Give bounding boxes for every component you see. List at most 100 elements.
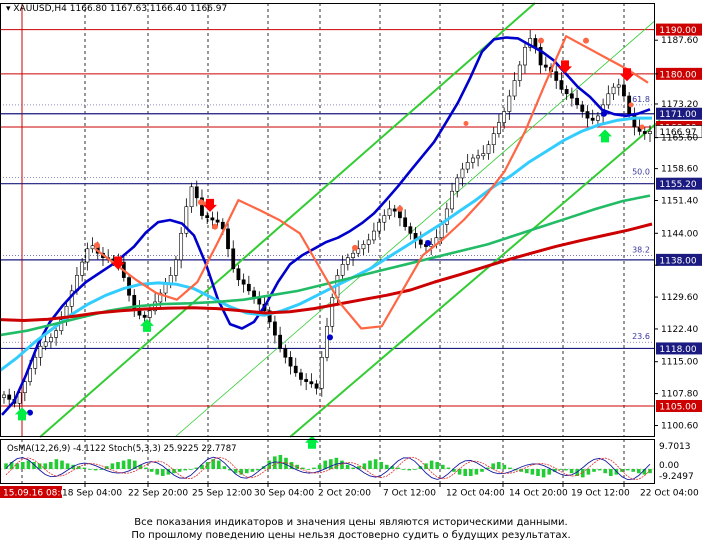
level-price-text: 1180.00 xyxy=(659,70,696,80)
osma-bar xyxy=(592,469,596,472)
osma-bar xyxy=(189,469,193,470)
price-chart[interactable]: 61.850.038.223.6 1190.001180.001171.0011… xyxy=(0,0,702,552)
osma-bar xyxy=(317,464,322,469)
disclaimer-line-1: Все показания индикаторов и значения цен… xyxy=(134,517,568,528)
signal-dot xyxy=(639,124,645,130)
candle-body xyxy=(345,257,350,265)
candle-body xyxy=(231,248,236,270)
candle-body xyxy=(460,168,465,179)
candle-body xyxy=(392,208,397,212)
osma-bar xyxy=(435,462,439,469)
candle-body xyxy=(163,283,168,294)
candle-body xyxy=(236,268,241,281)
candle-body xyxy=(517,64,522,81)
candle-body xyxy=(147,310,152,318)
osma-bar xyxy=(508,467,512,469)
fibo-label: 23.6 xyxy=(632,332,650,341)
candle-body xyxy=(366,239,371,245)
candle-body xyxy=(2,394,6,398)
y-tick-label: 1158.60 xyxy=(661,165,698,175)
osc-tick-label: -9.2497 xyxy=(659,472,694,482)
candle-body xyxy=(533,38,538,48)
signal-dot xyxy=(94,242,100,249)
candle-body xyxy=(85,248,90,263)
candle-body xyxy=(455,177,460,192)
x-tick-label: 2 Oct 20:00 xyxy=(318,489,371,499)
candle-body xyxy=(299,372,303,380)
osma-bar xyxy=(26,460,31,469)
osma-bar xyxy=(480,469,484,472)
osma-bar xyxy=(222,466,227,469)
candle-body xyxy=(288,356,293,367)
osma-bar xyxy=(312,467,316,469)
candle-body xyxy=(387,208,392,216)
osma-bar xyxy=(121,460,126,469)
osma-bar xyxy=(385,464,389,469)
osma-bar xyxy=(457,469,462,475)
x-tick-label: 22 Oct 04:00 xyxy=(640,489,699,499)
candle-body xyxy=(215,219,220,223)
osma-bar xyxy=(351,467,355,469)
candle-body xyxy=(273,321,277,336)
osma-bar xyxy=(127,459,131,469)
candle-body xyxy=(382,215,387,223)
candle-body xyxy=(179,232,184,261)
osma-bar xyxy=(54,459,59,469)
osma-bar xyxy=(155,469,159,475)
osc-tick-label: 0.00 xyxy=(659,461,679,471)
osma-bar xyxy=(205,462,210,469)
osma-bar xyxy=(116,462,120,469)
candle-body xyxy=(340,263,345,276)
osma-bar xyxy=(177,469,182,472)
candle-body xyxy=(205,215,210,219)
osma-bar xyxy=(547,469,551,475)
signal-dot xyxy=(27,409,33,416)
fibo-label: 38.2 xyxy=(632,245,650,254)
candle-body xyxy=(314,383,319,389)
level-price-text: 1190.00 xyxy=(659,26,696,36)
candle-body xyxy=(497,122,501,134)
signal-dot xyxy=(425,240,431,247)
y-tick-label: 1107.80 xyxy=(661,390,698,400)
candle-body xyxy=(22,381,27,394)
osma-bar xyxy=(373,459,378,469)
osma-bar xyxy=(161,469,165,476)
osma-bar xyxy=(446,467,451,469)
osma-bar xyxy=(15,463,19,469)
candle-body xyxy=(325,325,329,358)
signal-dot xyxy=(327,334,333,341)
osma-bar xyxy=(306,469,311,470)
osma-bar xyxy=(469,469,473,476)
disclaimer: Все показания индикаторов и значения цен… xyxy=(0,516,702,542)
candle-body xyxy=(293,365,298,374)
candle-body xyxy=(502,111,507,123)
candle-body xyxy=(450,190,454,210)
level-price-text: 1171.00 xyxy=(659,110,696,120)
osma-bar xyxy=(65,463,70,469)
candle-body xyxy=(569,93,574,99)
candle-body xyxy=(54,330,58,338)
candle-body xyxy=(48,337,53,343)
fibo-label: 50.0 xyxy=(632,167,650,176)
candle-body xyxy=(439,224,444,239)
x-tick-label: 7 Oct 12:00 xyxy=(383,489,436,499)
osma-bar xyxy=(329,459,333,469)
y-tick-label: 1173.20 xyxy=(661,100,698,110)
osma-bar xyxy=(368,460,372,469)
osma-bar xyxy=(569,469,574,474)
candle-body xyxy=(90,245,95,250)
osma-bar xyxy=(110,463,115,469)
candle-body xyxy=(252,290,256,298)
osma-bar xyxy=(625,469,630,471)
candle-body xyxy=(616,84,621,88)
candle-body xyxy=(559,80,564,90)
x-tick-label: 30 Sep 04:00 xyxy=(254,489,314,499)
osma-bar xyxy=(217,460,221,469)
signal-dot xyxy=(463,120,469,126)
osma-bar xyxy=(88,469,92,470)
osma-bar xyxy=(474,469,479,475)
candle-body xyxy=(606,93,611,106)
osma-bar xyxy=(463,469,467,476)
candle-body xyxy=(512,80,517,97)
disclaimer-line-2: По прошлому поведению цены нельзя достов… xyxy=(131,530,571,541)
